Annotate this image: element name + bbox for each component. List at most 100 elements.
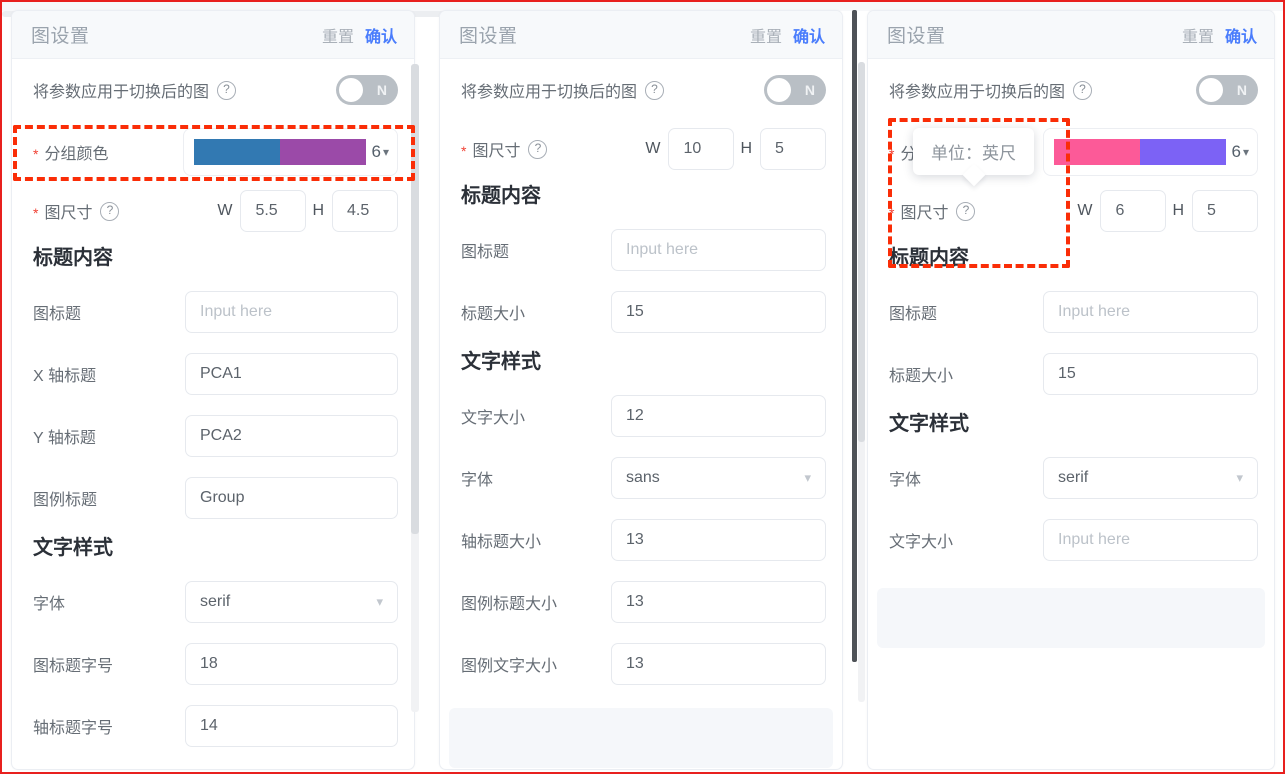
fig-width-input[interactable]: 10 <box>668 128 735 170</box>
fig-height-input[interactable]: 4.5 <box>332 190 398 232</box>
chart-settings-panel-1: 图设置 重置 确认 将参数应用于切换后的图 ? N * 分组颜色 6 ▾ * 图… <box>11 10 415 770</box>
x-axis-title-label: X 轴标题 <box>33 368 97 385</box>
required-marker: * <box>461 143 467 159</box>
section-title-text-style: 文字样式 <box>33 537 113 559</box>
chart-title-input[interactable]: Input here <box>611 229 826 271</box>
confirm-button[interactable]: 确认 <box>365 23 397 47</box>
chart-title-input[interactable]: Input here <box>185 291 398 333</box>
row-text-size: 文字大小 Input here <box>889 509 1258 571</box>
font-family-select[interactable]: sans ▾ <box>611 457 826 499</box>
toggle-state-label: N <box>376 82 387 98</box>
row-font-family: 字体 serif ▾ <box>33 571 398 633</box>
question-mark-circle-icon[interactable]: ? <box>528 139 548 159</box>
legend-text-size-label: 图例文字大小 <box>461 658 558 675</box>
color-swatch-1[interactable] <box>1054 139 1140 165</box>
title-size-field: 15 <box>1043 353 1258 395</box>
chart-settings-panel-2: 图设置 重置 确认 将参数应用于切换后的图 ? N * 图尺寸 ? W 10 H… <box>439 10 843 770</box>
fig-width-input[interactable]: 5.5 <box>240 190 307 232</box>
chevron-down-icon[interactable]: ▾ <box>383 145 389 159</box>
height-tag: H <box>312 202 324 219</box>
x-axis-title-input[interactable]: PCA1 <box>185 353 398 395</box>
text-size-input[interactable]: Input here <box>1043 519 1258 561</box>
fig-width-input[interactable]: 6 <box>1100 190 1167 232</box>
section-title-text-style: 文字样式 <box>889 413 969 435</box>
text-size-input[interactable]: 12 <box>611 395 826 437</box>
fig-height-input[interactable]: 5 <box>760 128 826 170</box>
y-axis-title-field: PCA2 <box>185 415 398 457</box>
apply-switch-toggle[interactable]: N <box>764 75 826 105</box>
question-mark-circle-icon[interactable]: ? <box>956 201 976 221</box>
fig-size-label: * 图尺寸 ? <box>33 199 120 223</box>
color-swatch-2[interactable] <box>1139 139 1226 165</box>
row-title-font-size: 图标题字号 18 <box>33 633 398 695</box>
chart-title-input[interactable]: Input here <box>1043 291 1258 333</box>
apply-switch-text: 将参数应用于切换后的图 <box>33 84 210 101</box>
chart-settings-panel-3: 图设置 重置 确认 将参数应用于切换后的图 ? N * 分组颜 <box>867 10 1275 770</box>
required-marker: * <box>889 205 895 221</box>
question-mark-circle-icon[interactable]: ? <box>645 80 665 100</box>
group-color-field: 6 ▾ <box>183 128 398 176</box>
panel-1-scrollbar-thumb[interactable] <box>411 64 419 534</box>
reset-button[interactable]: 重置 <box>322 23 354 47</box>
apply-switch-label: 将参数应用于切换后的图 ? <box>33 78 237 102</box>
title-size-label: 标题大小 <box>889 368 954 385</box>
legend-title-size-input[interactable]: 13 <box>611 581 826 623</box>
chevron-down-icon[interactable]: ▾ <box>1236 470 1243 486</box>
reset-button[interactable]: 重置 <box>750 23 782 47</box>
confirm-button[interactable]: 确认 <box>1225 23 1257 47</box>
row-fig-size: * 图尺寸 ? W 5.5 H 4.5 <box>33 183 398 239</box>
panel-3-header-actions: 重置 确认 <box>1182 23 1257 47</box>
axis-title-size-input[interactable]: 13 <box>611 519 826 561</box>
apply-switch-text: 将参数应用于切换后的图 <box>461 84 638 101</box>
height-tag: H <box>1172 202 1184 219</box>
page-title: 图设置 <box>31 26 90 47</box>
axis-title-font-size-field: 14 <box>185 705 398 747</box>
legend-title-input[interactable]: Group <box>185 477 398 519</box>
title-size-label: 标题大小 <box>461 306 526 323</box>
color-swatch-2[interactable] <box>279 139 366 165</box>
axis-title-size-field: 13 <box>611 519 826 561</box>
apply-switch-toggle[interactable]: N <box>336 75 398 105</box>
question-mark-circle-icon[interactable]: ? <box>100 201 120 221</box>
axis-title-font-size-label: 轴标题字号 <box>33 720 114 737</box>
panel-2-header: 图设置 重置 确认 <box>440 11 842 59</box>
color-swatch-1[interactable] <box>194 139 280 165</box>
confirm-button[interactable]: 确认 <box>793 23 825 47</box>
fig-size-label: * 图尺寸 ? <box>461 137 548 161</box>
row-group-color: * 分组颜色 6 ▾ <box>33 121 398 183</box>
row-axis-title-font-size: 轴标题字号 14 <box>33 695 398 757</box>
title-font-size-label: 图标题字号 <box>33 658 114 675</box>
apply-switch-toggle[interactable]: N <box>1196 75 1258 105</box>
font-family-select[interactable]: serif ▾ <box>185 581 398 623</box>
required-marker: * <box>33 205 39 221</box>
palette-count: 6 <box>1231 142 1241 161</box>
title-font-size-input[interactable]: 18 <box>185 643 398 685</box>
chevron-down-icon[interactable]: ▾ <box>1243 145 1249 159</box>
row-legend-title-size: 图例标题大小 13 <box>461 571 826 633</box>
row-axis-title-size: 轴标题大小 13 <box>461 509 826 571</box>
y-axis-title-input[interactable]: PCA2 <box>185 415 398 457</box>
reset-button[interactable]: 重置 <box>1182 23 1214 47</box>
text-size-field: Input here <box>1043 519 1258 561</box>
panel-3-scrollbar-thumb[interactable] <box>858 62 865 442</box>
fig-height-input[interactable]: 5 <box>1192 190 1258 232</box>
chevron-down-icon[interactable]: ▾ <box>376 594 383 610</box>
title-size-input[interactable]: 15 <box>611 291 826 333</box>
legend-text-size-input[interactable]: 13 <box>611 643 826 685</box>
title-size-input[interactable]: 15 <box>1043 353 1258 395</box>
color-palette-picker[interactable]: 6 ▾ <box>183 128 398 176</box>
row-chart-title: 图标题 Input here <box>889 281 1258 343</box>
fig-size-text: 图尺寸 <box>44 205 93 222</box>
axis-title-font-size-input[interactable]: 14 <box>185 705 398 747</box>
color-palette-picker[interactable]: 6 ▾ <box>1043 128 1258 176</box>
stage: 图设置 重置 确认 将参数应用于切换后的图 ? N * 分组颜色 6 ▾ * 图… <box>2 2 1283 772</box>
question-mark-circle-icon[interactable]: ? <box>1073 80 1093 100</box>
chevron-down-icon[interactable]: ▾ <box>804 470 811 486</box>
group-color-field: 6 ▾ <box>1043 128 1258 176</box>
font-family-select[interactable]: serif ▾ <box>1043 457 1258 499</box>
panel-3-footer <box>877 588 1265 648</box>
section-title-content: 标题内容 <box>889 247 969 269</box>
outer-scrollbar-thumb[interactable] <box>852 10 857 662</box>
toggle-knob <box>767 78 791 102</box>
question-mark-circle-icon[interactable]: ? <box>217 80 237 100</box>
